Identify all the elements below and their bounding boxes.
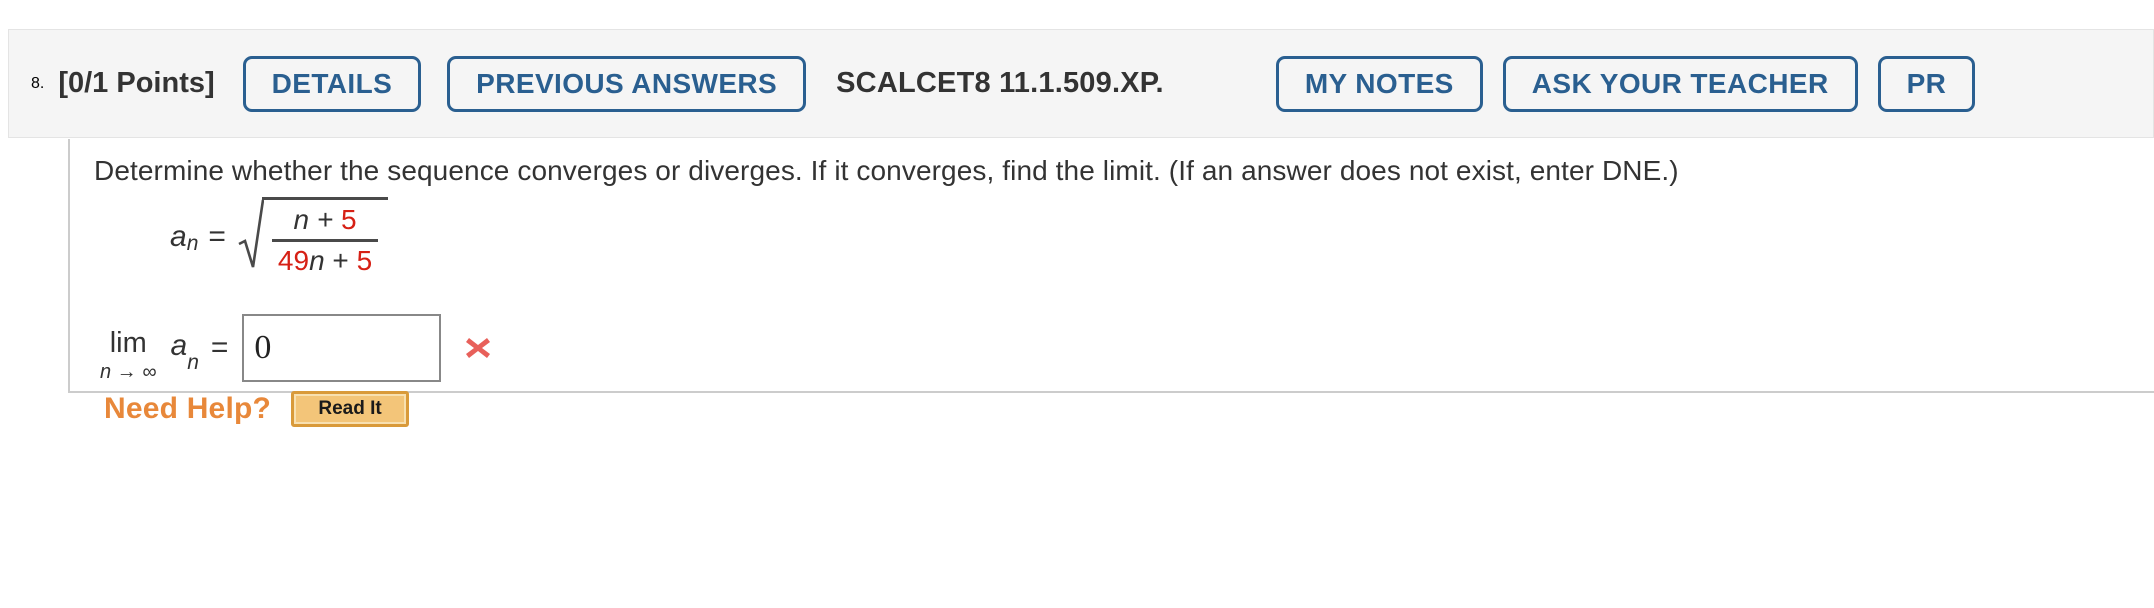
limit-answer-input[interactable] bbox=[242, 314, 442, 382]
question-prompt: Determine whether the sequence converges… bbox=[94, 155, 1679, 186]
fraction-denominator: 49n + 5 bbox=[271, 239, 379, 277]
my-notes-button[interactable]: MY NOTES bbox=[1275, 55, 1483, 112]
radical-sign-icon bbox=[238, 197, 264, 277]
radicand-fraction: n + 5 49n + 5 bbox=[261, 197, 389, 277]
formula-equals-sign: = bbox=[208, 220, 226, 254]
formula-variable-a: a bbox=[170, 220, 187, 254]
numerator-text: n + bbox=[293, 204, 341, 235]
ask-your-teacher-button[interactable]: ASK YOUR TEACHER bbox=[1502, 55, 1858, 112]
limit-equals-sign: = bbox=[210, 331, 229, 364]
limit-word: lim bbox=[109, 326, 147, 359]
problem-code: SCALCET8 11.1.509.XP. bbox=[836, 67, 1164, 99]
question-header-bar: 8. [0/1 Points] DETAILS PREVIOUS ANSWERS… bbox=[8, 29, 2154, 138]
incorrect-mark-icon bbox=[463, 333, 493, 363]
denominator-plus: + bbox=[324, 245, 357, 277]
question-content-panel: Determine whether the sequence converges… bbox=[68, 139, 2154, 427]
denominator-variable: n bbox=[309, 245, 325, 277]
fraction-numerator: n + 5 bbox=[287, 204, 362, 239]
limit-expression-variable: a bbox=[170, 328, 188, 362]
limit-expression-subscript: n bbox=[187, 350, 199, 374]
need-help-label: Need Help? bbox=[104, 392, 272, 425]
points-badge: [0/1 Points] bbox=[58, 67, 215, 99]
previous-answers-button[interactable]: PREVIOUS ANSWERS bbox=[447, 55, 807, 112]
numerator-red-constant: 5 bbox=[340, 204, 357, 235]
limit-expression: an bbox=[170, 328, 199, 374]
denominator-red-constant: 5 bbox=[356, 245, 373, 277]
limit-operator: lim n → ∞ bbox=[100, 326, 157, 383]
limit-subscript: n → ∞ bbox=[100, 360, 157, 383]
question-number: 8. bbox=[31, 74, 45, 92]
practice-another-button[interactable]: PR bbox=[1877, 55, 1976, 112]
limit-answer-row: lim n → ∞ an = bbox=[100, 314, 493, 389]
need-help-row: Need Help? Read It bbox=[104, 391, 410, 427]
sequence-formula: an = n + 5 49n + 5 bbox=[170, 197, 389, 277]
read-it-button[interactable]: Read It bbox=[291, 391, 410, 427]
denominator-red-coefficient: 49 bbox=[277, 245, 310, 277]
formula-variable-subscript: n bbox=[186, 232, 199, 256]
details-button[interactable]: DETAILS bbox=[242, 55, 422, 112]
square-root-expression: n + 5 49n + 5 bbox=[238, 197, 389, 277]
read-it-label: Read It bbox=[318, 398, 382, 419]
